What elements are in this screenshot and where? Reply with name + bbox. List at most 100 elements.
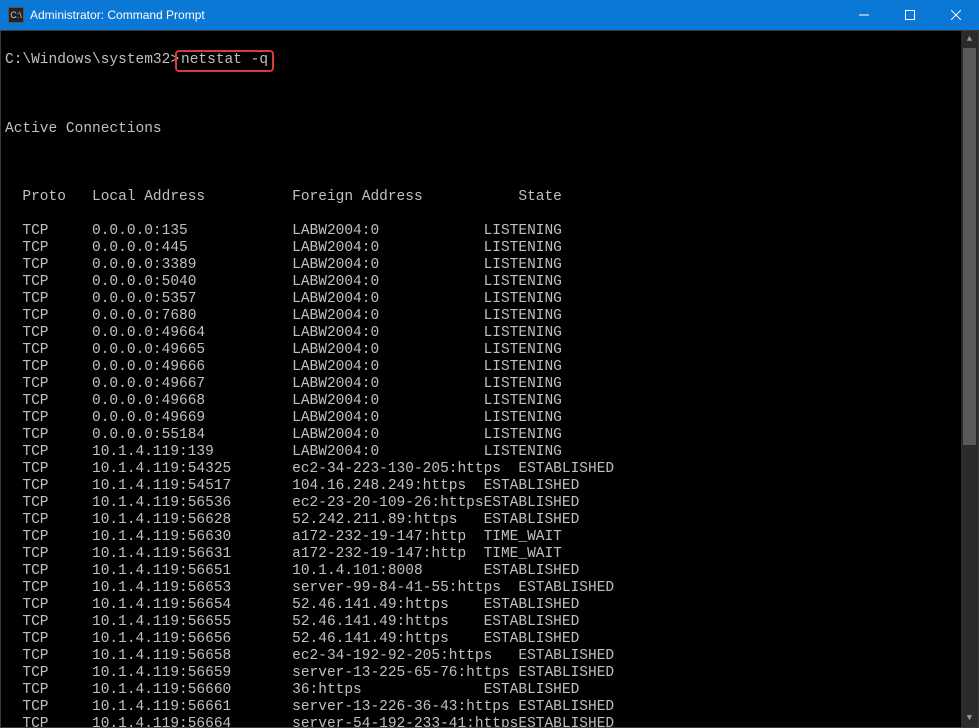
cell-proto: TCP [22,444,92,461]
cell-proto: TCP [22,427,92,444]
cell-state: ESTABLISHED [518,716,614,728]
window-title: Administrator: Command Prompt [30,8,205,22]
vertical-scrollbar[interactable]: ▲ ▼ [961,31,978,727]
cell-foreign: 52.46.141.49:https [292,597,483,614]
cell-local: 0.0.0.0:3389 [92,257,292,274]
table-row: TCP0.0.0.0:49669LABW2004:0LISTENING [5,410,978,427]
cell-local: 0.0.0.0:135 [92,223,292,240]
cell-proto: TCP [22,223,92,240]
cell-state: ESTABLISHED [518,580,614,597]
cell-proto: TCP [22,512,92,529]
cell-proto: TCP [22,410,92,427]
scroll-track[interactable] [961,48,978,710]
cell-state: ESTABLISHED [518,461,614,478]
cell-proto: TCP [22,325,92,342]
cell-foreign: LABW2004:0 [292,376,483,393]
cell-local: 10.1.4.119:139 [92,444,292,461]
cell-local: 0.0.0.0:49666 [92,359,292,376]
cell-state: ESTABLISHED [484,512,580,529]
terminal-output[interactable]: C:\Windows\system32>netstat -q Active Co… [0,30,979,728]
titlebar[interactable]: C:\ Administrator: Command Prompt [0,0,979,30]
table-row: TCP10.1.4.119:56653server-99-84-41-55:ht… [5,580,978,597]
cell-foreign: a172-232-19-147:http [292,529,483,546]
cell-foreign: server-54-192-233-41:https [292,716,518,728]
cell-local: 0.0.0.0:49664 [92,325,292,342]
cell-local: 10.1.4.119:56630 [92,529,292,546]
cell-proto: TCP [22,478,92,495]
cell-proto: TCP [22,495,92,512]
cell-foreign: ec2-34-223-130-205:https [292,461,518,478]
cell-foreign: LABW2004:0 [292,410,483,427]
table-row: TCP0.0.0.0:135LABW2004:0LISTENING [5,223,978,240]
header-state: State [518,189,562,206]
close-button[interactable] [933,0,979,30]
scroll-thumb[interactable] [963,48,976,445]
table-row: TCP10.1.4.119:56659server-13-225-65-76:h… [5,665,978,682]
minimize-button[interactable] [841,0,887,30]
cell-state: ESTABLISHED [484,597,580,614]
scroll-up-icon[interactable]: ▲ [961,31,978,48]
table-row: TCP10.1.4.119:139LABW2004:0LISTENING [5,444,978,461]
cell-foreign: server-13-225-65-76:https [292,665,518,682]
cell-state: LISTENING [484,342,562,359]
cell-state: LISTENING [484,427,562,444]
cell-foreign: ec2-34-192-92-205:https [292,648,518,665]
cell-state: LISTENING [484,291,562,308]
cell-foreign: server-13-226-36-43:https [292,699,518,716]
cell-local: 10.1.4.119:56628 [92,512,292,529]
cell-local: 0.0.0.0:49667 [92,376,292,393]
cell-proto: TCP [22,580,92,597]
table-row: TCP10.1.4.119:56630a172-232-19-147:httpT… [5,529,978,546]
table-row: TCP0.0.0.0:445LABW2004:0LISTENING [5,240,978,257]
cell-state: LISTENING [484,359,562,376]
cmd-icon: C:\ [8,7,24,23]
cell-foreign: 52.46.141.49:https [292,631,483,648]
cell-foreign: server-99-84-41-55:https [292,580,518,597]
cell-foreign: 52.46.141.49:https [292,614,483,631]
table-row: TCP0.0.0.0:49668LABW2004:0LISTENING [5,393,978,410]
table-row: TCP10.1.4.119:56658ec2-34-192-92-205:htt… [5,648,978,665]
table-row: TCP10.1.4.119:56631a172-232-19-147:httpT… [5,546,978,563]
cell-local: 0.0.0.0:49668 [92,393,292,410]
cell-local: 10.1.4.119:56660 [92,682,292,699]
cell-state: TIME_WAIT [484,546,562,563]
cell-state: ESTABLISHED [518,665,614,682]
table-row: TCP10.1.4.119:5662852.242.211.89:httpsES… [5,512,978,529]
cell-proto: TCP [22,461,92,478]
cell-local: 10.1.4.119:56659 [92,665,292,682]
table-row: TCP0.0.0.0:49664LABW2004:0LISTENING [5,325,978,342]
cell-proto: TCP [22,614,92,631]
scroll-down-icon[interactable]: ▼ [961,710,978,727]
cell-foreign: ec2-23-20-109-26:https [292,495,483,512]
cell-state: LISTENING [484,444,562,461]
cell-state: ESTABLISHED [518,699,614,716]
cell-proto: TCP [22,393,92,410]
header-local: Local Address [92,189,292,206]
table-row: TCP0.0.0.0:5040LABW2004:0LISTENING [5,274,978,291]
cell-state: LISTENING [484,325,562,342]
cell-proto: TCP [22,274,92,291]
cell-local: 10.1.4.119:56655 [92,614,292,631]
table-row: TCP0.0.0.0:55184LABW2004:0LISTENING [5,427,978,444]
cell-foreign: LABW2004:0 [292,308,483,325]
cell-proto: TCP [22,648,92,665]
cell-foreign: 52.242.211.89:https [292,512,483,529]
cell-foreign: LABW2004:0 [292,444,483,461]
cell-foreign: LABW2004:0 [292,291,483,308]
cell-local: 0.0.0.0:49669 [92,410,292,427]
cell-proto: TCP [22,546,92,563]
cell-foreign: LABW2004:0 [292,257,483,274]
cell-state: ESTABLISHED [484,478,580,495]
table-row: TCP10.1.4.119:5665452.46.141.49:httpsEST… [5,597,978,614]
cell-local: 10.1.4.119:56651 [92,563,292,580]
cell-local: 10.1.4.119:56661 [92,699,292,716]
cell-state: ESTABLISHED [484,563,580,580]
table-row: TCP10.1.4.119:56661server-13-226-36-43:h… [5,699,978,716]
cmd-window: C:\ Administrator: Command Prompt C:\Win… [0,0,979,728]
maximize-button[interactable] [887,0,933,30]
header-foreign: Foreign Address [292,189,518,206]
cell-foreign: 10.1.4.101:8008 [292,563,483,580]
cell-state: ESTABLISHED [518,648,614,665]
command-highlight: netstat -q [175,50,274,72]
cell-proto: TCP [22,597,92,614]
